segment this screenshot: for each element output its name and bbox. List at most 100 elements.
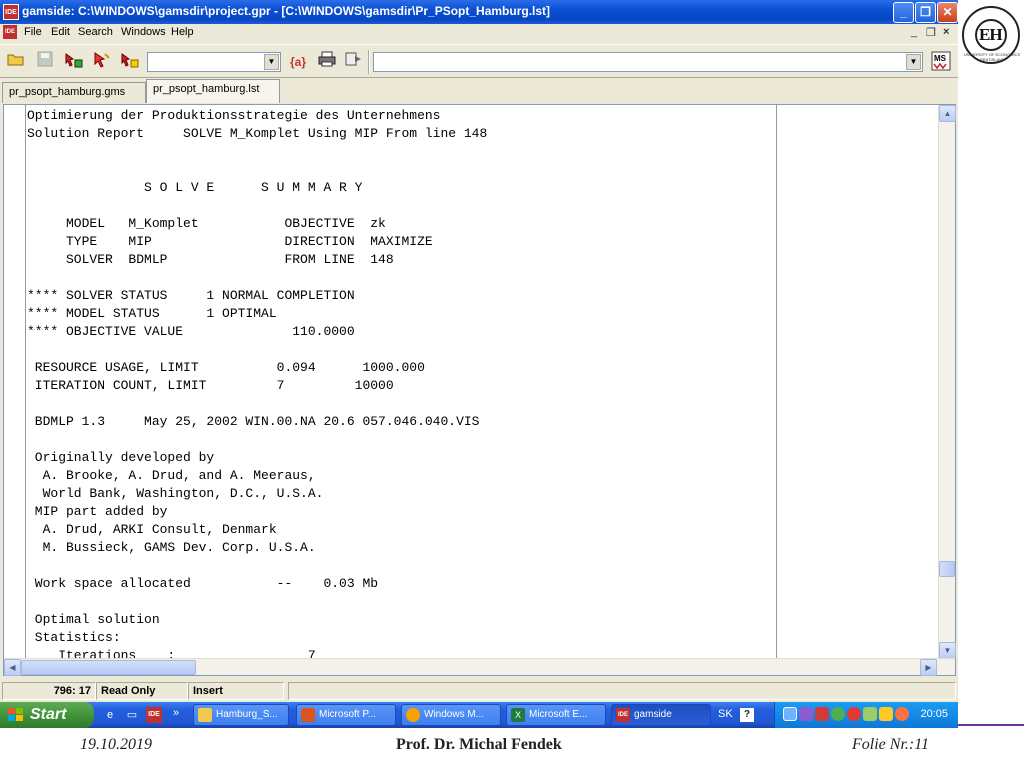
window-title: gamside: C:\WINDOWS\gamsdir\project.gpr … [22,4,551,18]
vertical-scroll-thumb[interactable] [939,561,955,577]
right-margin-line [776,105,777,659]
document-close-button[interactable]: × [943,26,949,38]
scroll-right-button[interactable]: ▶ [920,659,937,676]
listing-line: M. Bussieck, GAMS Dev. Corp. U.S.A. [27,540,316,555]
windows-flag-icon [8,708,24,722]
listing-line [27,341,776,359]
title-bar[interactable]: IDE gamside: C:\WINDOWS\gamsdir\project.… [0,0,958,24]
task-label: Microsoft P... [319,709,377,720]
listing-line: S O L V E S U M M A R Y [27,180,363,195]
minimize-button[interactable]: _ [893,2,914,23]
find-icon[interactable]: {a} [287,51,309,73]
tray-security-icon[interactable] [815,707,829,721]
tray-volume-icon[interactable] [879,707,893,721]
document-minimize-button[interactable]: _ [911,26,917,38]
toolbar-combo-2[interactable]: ▼ [373,52,923,72]
show-desktop-icon[interactable]: ▭ [124,707,140,723]
scroll-left-button[interactable]: ◀ [4,659,21,676]
internet-explorer-icon[interactable]: e [102,707,118,723]
task-button-gamside[interactable]: IDE gamside [611,704,711,726]
tray-app-icon[interactable] [799,707,813,721]
vertical-scrollbar[interactable]: ▲ ▼ [938,105,956,659]
language-indicator[interactable]: SK [718,708,733,720]
gamside-window: IDE gamside: C:\WINDOWS\gamsdir\project.… [0,0,958,702]
listing-line: TYPE MIP DIRECTION MAXIMIZE [27,234,433,249]
listing-line: BDMLP 1.3 May 25, 2002 WIN.00.NA 20.6 05… [27,414,480,429]
tab-pr-psopt-hamburg-gms[interactable]: pr_psopt_hamburg.gms [2,82,146,103]
system-tray: 20:05 [774,702,958,728]
task-button-media-player[interactable]: Windows M... [401,704,501,726]
toolbar-combo-1[interactable]: ▼ [147,52,281,72]
tray-driver-icon[interactable] [863,707,877,721]
gamside-app-icon[interactable]: IDE [3,4,19,20]
listing-line: **** OBJECTIVE VALUE 110.0000 [27,324,355,339]
scroll-up-button[interactable]: ▲ [939,105,956,122]
media-player-icon [406,708,420,722]
logo-letters: EH [979,25,1003,44]
open-folder-icon[interactable] [5,51,27,73]
next-icon[interactable] [343,51,365,73]
chevron-down-icon[interactable]: ▼ [906,54,921,70]
menu-search[interactable]: Search [78,26,113,38]
save-disk-icon[interactable] [34,51,56,73]
document-system-icon[interactable]: IDE [3,25,17,39]
status-message-pane [288,682,956,700]
task-label: gamside [634,709,672,720]
task-button-powerpoint[interactable]: Microsoft P... [296,704,396,726]
listing-line [27,161,776,179]
footer-rule [958,724,1024,726]
taskbar-clock[interactable]: 20:05 [920,708,948,720]
listing-line: Solution Report SOLVE M_Komplet Using MI… [27,126,488,141]
mark-icon[interactable] [91,51,113,73]
footer-date: 19.10.2019 [80,736,152,753]
footer-author: Prof. Dr. Michal Fendek [396,736,562,753]
tray-misc-icon[interactable] [895,707,909,721]
quicklaunch-gamside-icon[interactable]: IDE [146,707,162,723]
status-bar: 796: 17 Read Only Insert [0,681,958,701]
horizontal-scrollbar[interactable]: ◀ ▶ [4,658,955,676]
horizontal-scroll-thumb[interactable] [21,660,196,675]
close-button[interactable]: ✕ [937,2,958,23]
listing-line: A. Drud, ARKI Consult, Denmark [27,522,277,537]
listing-editor[interactable]: Optimierung der Produktionsstrategie des… [3,104,956,676]
listing-line: Work space allocated -- 0.03 Mb [27,576,379,591]
menu-file[interactable]: File [24,26,42,38]
listing-line [27,143,776,161]
tab-pr-psopt-hamburg-lst[interactable]: pr_psopt_hamburg.lst [146,79,280,103]
university-logo: EH UNIVERSITY OF ECONOMICS BRATISLAVA [962,6,1020,64]
listing-line: SOLVER BDMLP FROM LINE 148 [27,252,394,267]
quicklaunch-overflow-chevron[interactable]: » [168,705,184,721]
logo-caption: UNIVERSITY OF ECONOMICS BRATISLAVA [963,52,1021,62]
listing-line: Optimierung der Produktionsstrategie des… [27,108,441,123]
start-button[interactable]: Start [0,702,94,728]
print-icon[interactable] [316,51,338,73]
listing-line: **** MODEL STATUS 1 OPTIMAL [27,306,277,321]
listing-line: Statistics: [27,630,121,645]
listing-line [27,593,776,611]
task-button-hamburg[interactable]: Hamburg_S... [193,704,289,726]
network-icon[interactable] [783,707,797,721]
tray-antivirus-icon[interactable] [847,707,861,721]
listing-line [27,269,776,287]
model-icon[interactable] [119,51,141,73]
listing-text[interactable]: Optimierung der Produktionsstrategie des… [27,107,776,659]
task-button-excel[interactable]: X Microsoft E... [506,704,606,726]
listing-line: World Bank, Washington, D.C., U.S.A. [27,486,324,501]
restore-button[interactable]: ❐ [915,2,936,23]
run-icon[interactable] [63,51,85,73]
scroll-down-button[interactable]: ▼ [939,642,956,659]
tray-update-icon[interactable] [831,707,845,721]
chevron-down-icon[interactable]: ▼ [264,54,279,70]
ms-icon[interactable]: MS [930,51,952,73]
help-icon[interactable]: ? [740,708,754,722]
read-only-indicator: Read Only [96,682,188,700]
menu-help[interactable]: Help [171,26,194,38]
listing-line [27,197,776,215]
powerpoint-icon [301,708,315,722]
document-restore-button[interactable]: ❐ [926,26,936,39]
task-label: Microsoft E... [529,709,588,720]
menu-edit[interactable]: Edit [51,26,70,38]
insert-mode-indicator: Insert [188,682,284,700]
listing-line: ITERATION COUNT, LIMIT 7 10000 [27,378,394,393]
menu-windows[interactable]: Windows [121,26,166,38]
